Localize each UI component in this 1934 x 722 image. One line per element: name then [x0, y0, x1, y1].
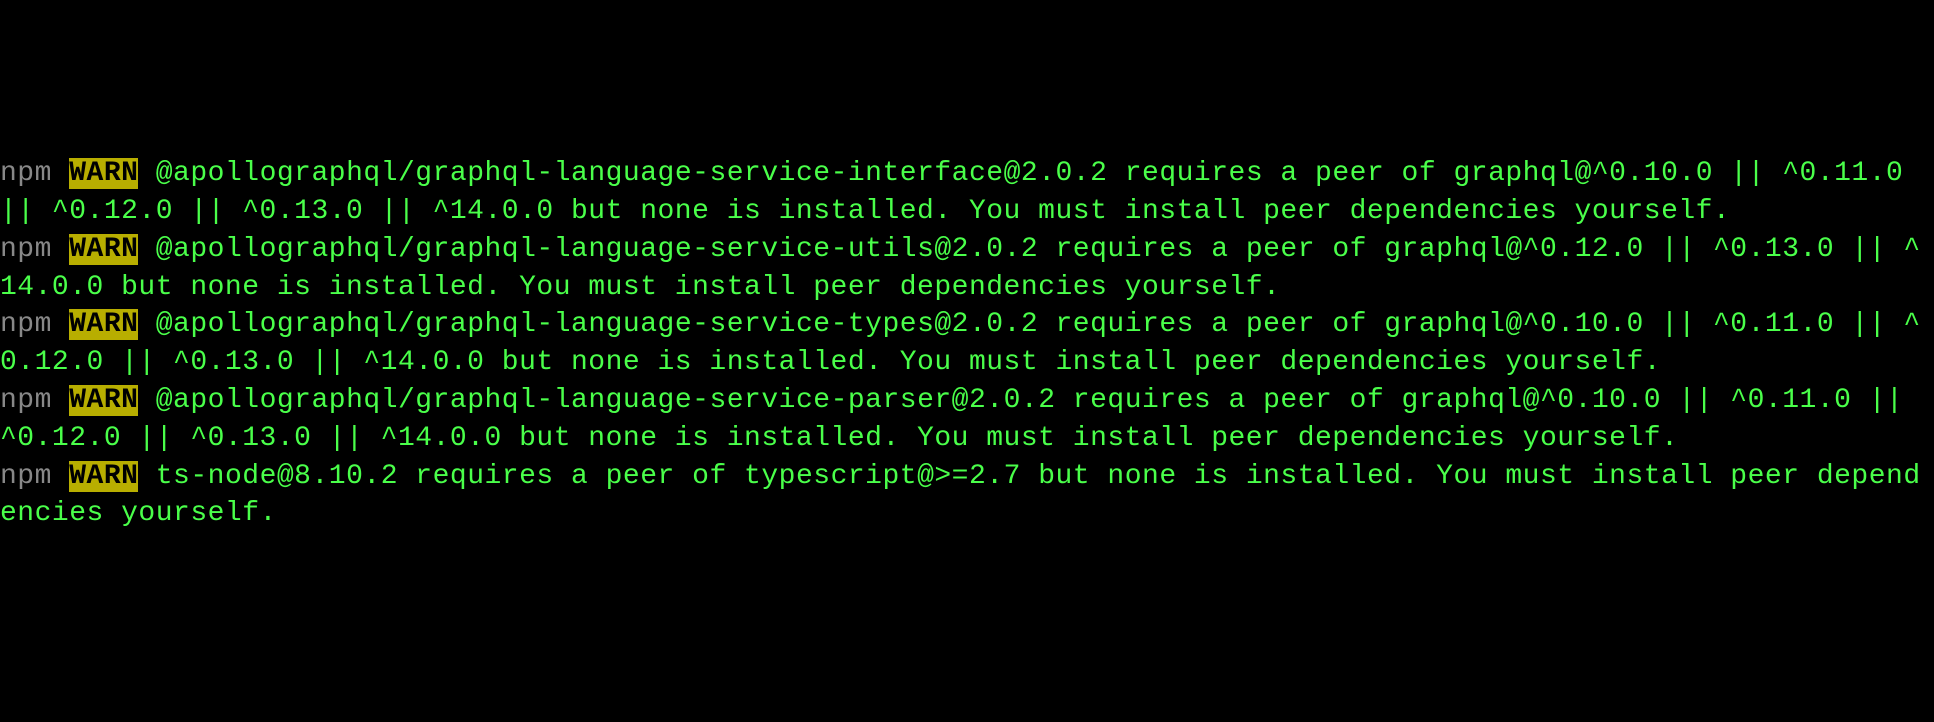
terminal-line: npm WARN ts-node@8.10.2 requires a peer … — [0, 458, 1934, 534]
warn-message: @apollographql/graphql-language-service-… — [0, 385, 1921, 454]
warn-badge: WARN — [69, 309, 138, 340]
warn-message: @apollographql/graphql-language-service-… — [0, 309, 1921, 378]
npm-prefix: npm — [0, 461, 52, 492]
warn-message: ts-node@8.10.2 requires a peer of typesc… — [0, 461, 1921, 530]
terminal-line: npm WARN @apollographql/graphql-language… — [0, 231, 1934, 307]
terminal-line: npm WARN @apollographql/graphql-language… — [0, 155, 1934, 231]
warn-badge: WARN — [69, 461, 138, 492]
warn-badge: WARN — [69, 158, 138, 189]
warn-badge: WARN — [69, 234, 138, 265]
warn-message: @apollographql/graphql-language-service-… — [0, 234, 1921, 303]
npm-prefix: npm — [0, 234, 52, 265]
terminal-line: npm WARN @apollographql/graphql-language… — [0, 382, 1934, 458]
npm-prefix: npm — [0, 158, 52, 189]
warn-message: @apollographql/graphql-language-service-… — [0, 158, 1921, 227]
npm-prefix: npm — [0, 309, 52, 340]
terminal-output: npm WARN @apollographql/graphql-language… — [0, 155, 1934, 533]
warn-badge: WARN — [69, 385, 138, 416]
terminal-line: npm WARN @apollographql/graphql-language… — [0, 306, 1934, 382]
npm-prefix: npm — [0, 385, 52, 416]
